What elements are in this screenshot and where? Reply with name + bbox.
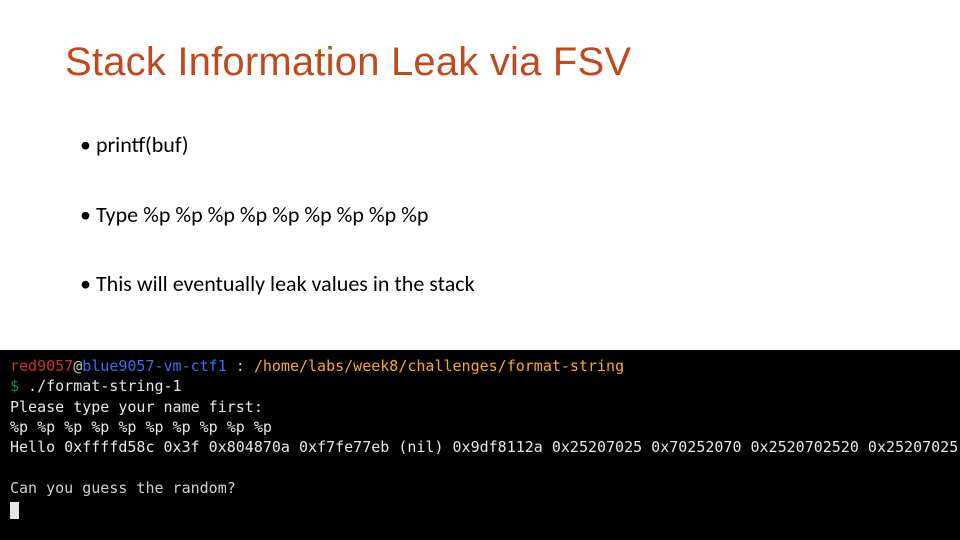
terminal-separator: : [227,357,254,375]
terminal-path: /home/labs/week8/challenges/format-strin… [254,357,624,375]
bullet-list: printf(buf) Type %p %p %p %p %p %p %p %p… [80,130,900,339]
terminal-line-guess: Can you guess the random? [10,479,236,497]
bullet-item-1: printf(buf) [80,130,900,160]
slide-title: Stack Information Leak via FSV [65,40,631,85]
terminal-line-output-1: Hello 0xffffd58c 0x3f 0x804870a 0xf7fe77… [10,438,958,456]
terminal-command: ./format-string-1 [19,377,182,395]
terminal-prompt: $ [10,377,19,395]
terminal-host: blue9057-vm-ctf1 [82,357,227,375]
terminal-user: red9057 [10,357,73,375]
bullet-item-2: Type %p %p %p %p %p %p %p %p %p [80,200,900,230]
terminal-at: @ [73,357,82,375]
terminal-line-input: %p %p %p %p %p %p %p %p %p %p [10,418,272,436]
terminal-line-prompt: Please type your name first: [10,398,263,416]
bullet-item-3: This will eventually leak values in the … [80,269,900,299]
terminal-output: red9057@blue9057-vm-ctf1 : /home/labs/we… [0,350,960,540]
terminal-cursor [10,502,19,519]
